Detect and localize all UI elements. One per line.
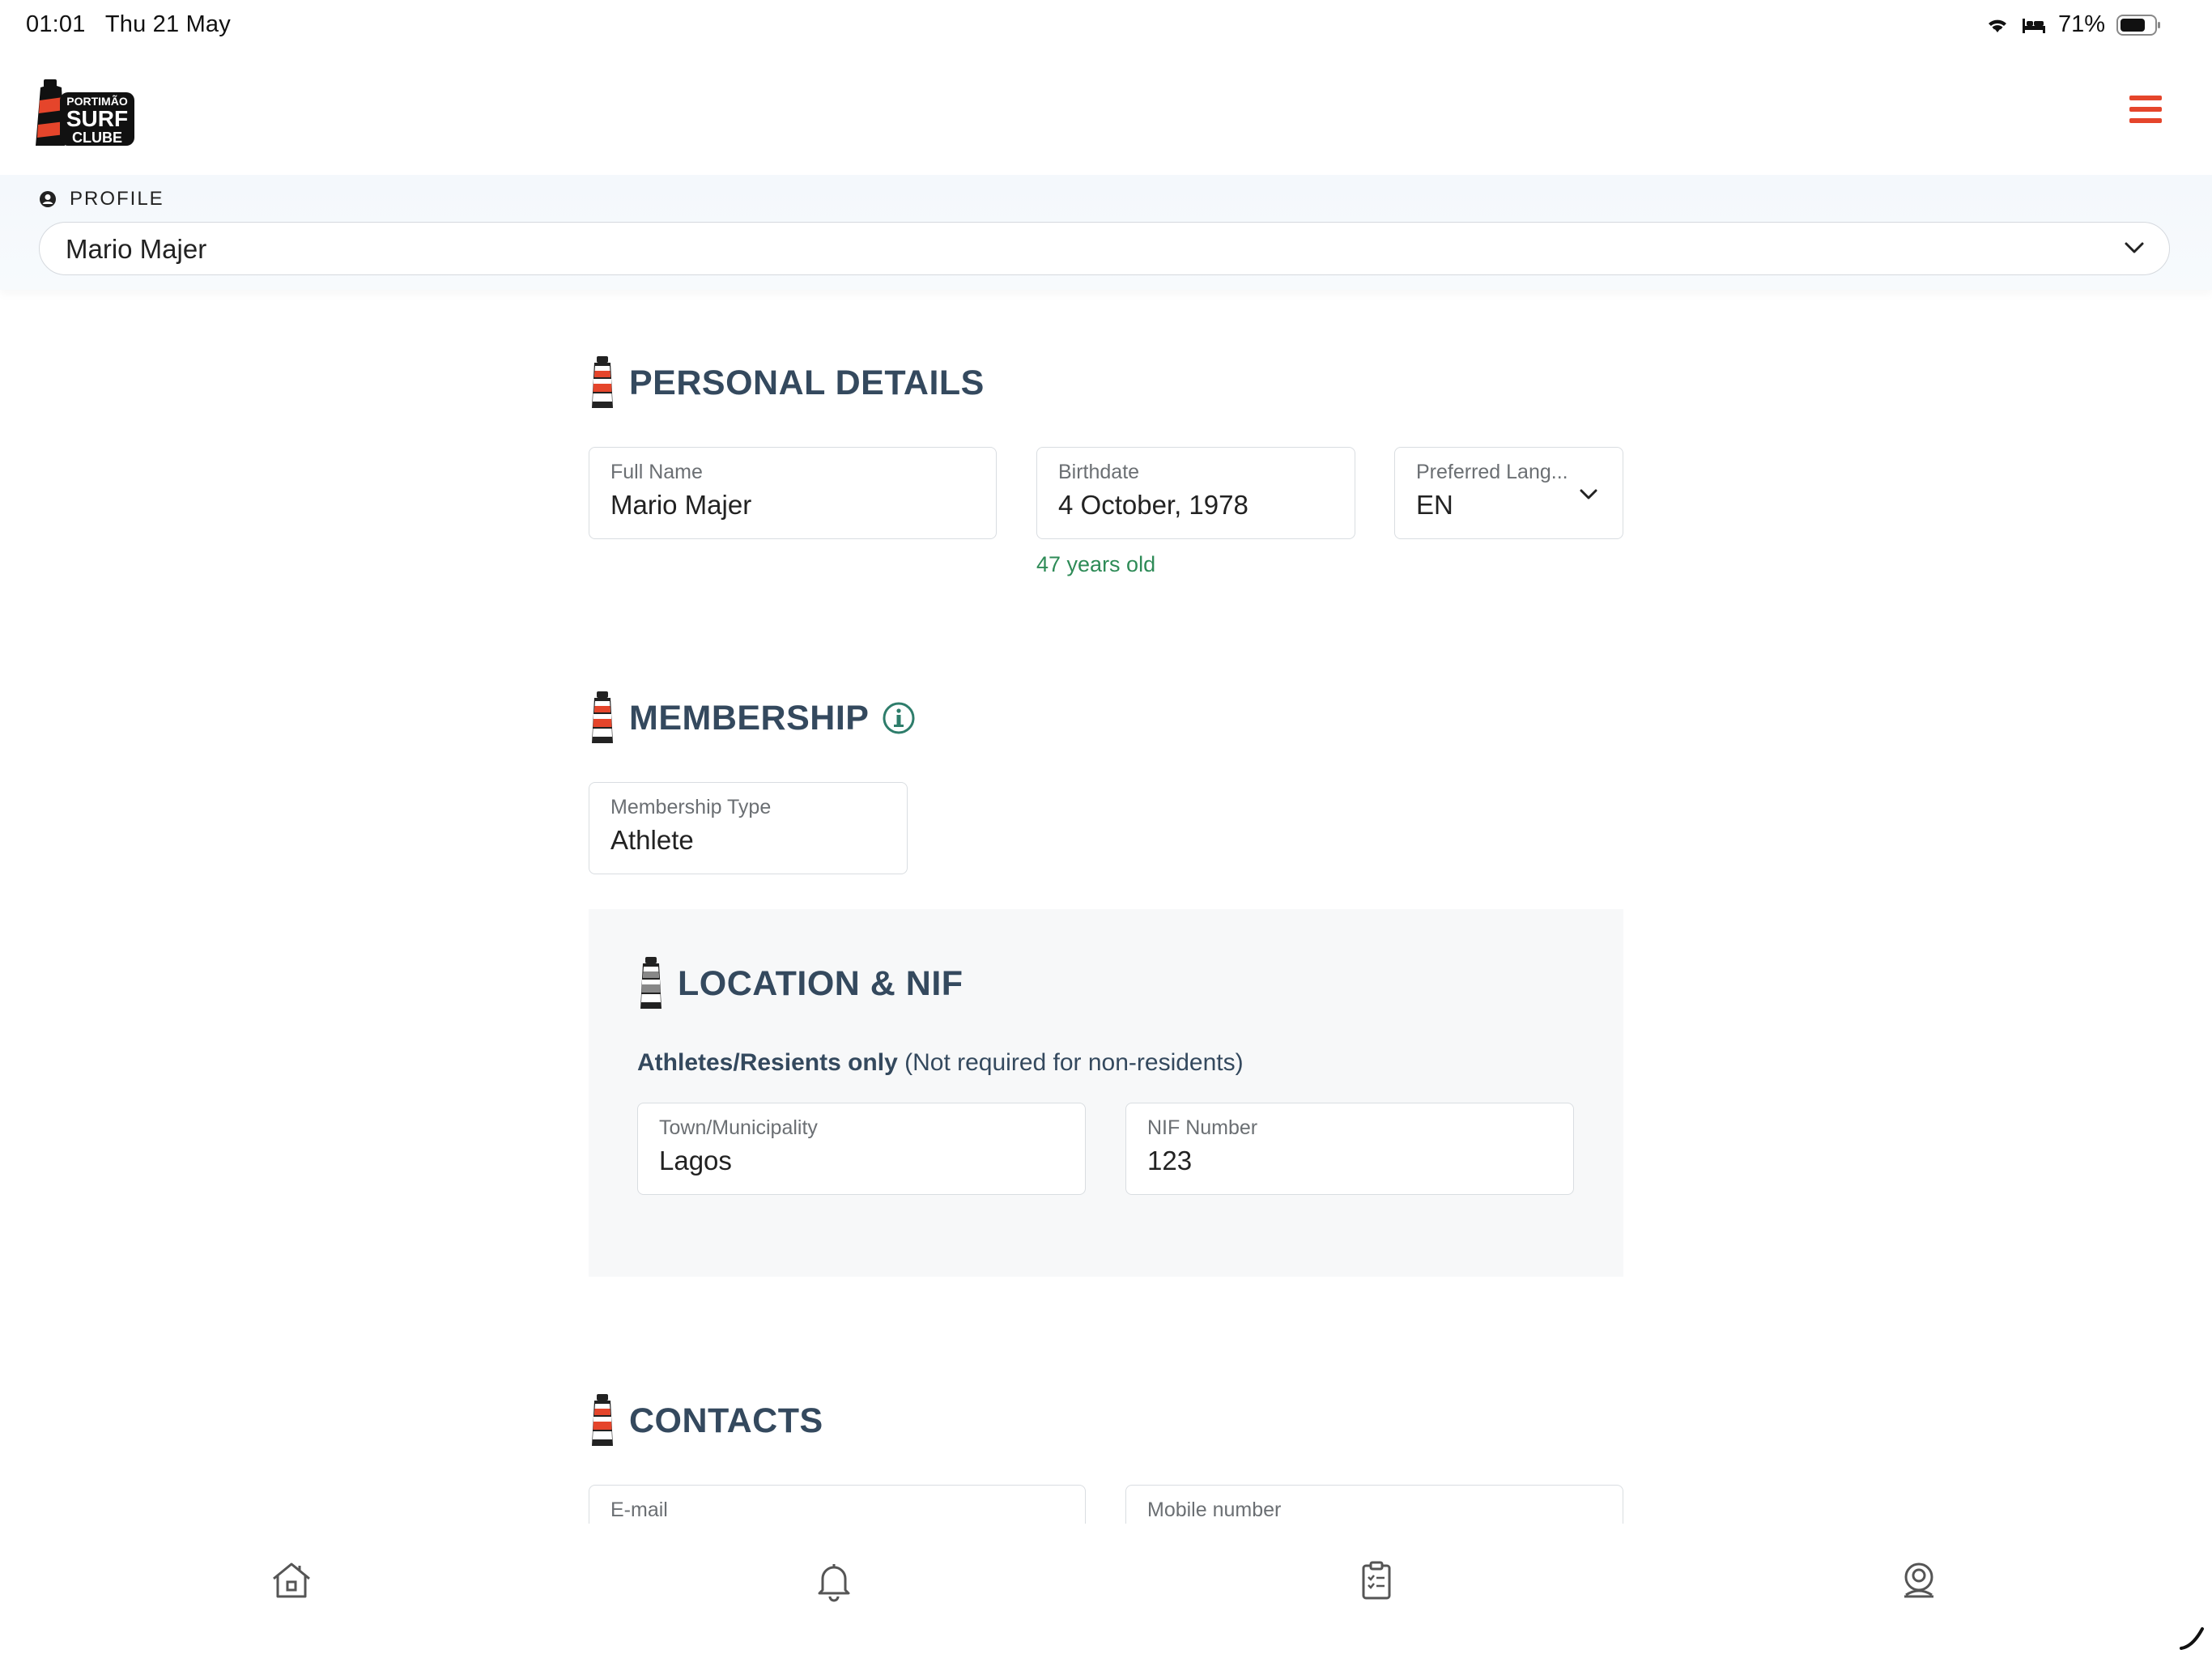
scroll-indicator [2180,1627,2204,1650]
battery-icon [2116,14,2160,36]
town-value: Lagos [659,1146,732,1175]
user-circle-icon [40,191,56,207]
profile-label: PROFILE [39,188,164,210]
lighthouse-icon [592,356,613,408]
status-date: Thu 21 May [104,11,231,37]
wifi-icon [1988,19,2006,32]
logo-text-bot: CLUBE [72,130,122,146]
logo-text-mid: SURF [66,106,128,131]
hamburger-icon[interactable] [2129,96,2162,126]
membership-type-field[interactable]: Membership Type Athlete [589,782,908,874]
home-icon[interactable] [269,1558,314,1603]
email-label: E-mail [610,1499,668,1521]
lighthouse-icon [592,1394,613,1446]
membership-title: MEMBERSHIP [629,698,870,738]
nif-label: NIF Number [1147,1116,1258,1139]
age-hint: 47 years old [1036,552,1156,576]
status-time: 01:01 [26,11,86,37]
town-label: Town/Municipality [659,1116,818,1139]
personal-details-heading: PERSONAL DETAILS [589,356,985,410]
location-nif-heading: LOCATION & NIF [637,957,963,1010]
profile-selected-value: Mario Majer [66,234,207,264]
profile-select[interactable]: Mario Majer [39,222,2170,275]
info-icon[interactable] [882,701,916,735]
lighthouse-icon [592,691,613,743]
clipboard-icon[interactable] [1354,1558,1399,1603]
town-municipality-field[interactable]: Town/Municipality Lagos [637,1103,1086,1195]
nif-number-field[interactable]: NIF Number 123 [1125,1103,1574,1195]
chevron-down-icon [2125,242,2144,253]
status-time-date: 01:01 Thu 21 May [26,11,231,38]
chevron-down-icon [1580,489,1597,500]
location-nif-title: LOCATION & NIF [678,963,963,1003]
support-icon[interactable] [1896,1558,1942,1603]
lighthouse-icon [640,957,661,1009]
bottom-tab-bar [0,1524,2212,1658]
birthdate-label: Birthdate [1058,461,1140,483]
status-indicators: 71% [1985,11,2162,38]
location-note: Athletes/Resients only (Not required for… [637,1049,1244,1077]
contacts-title: CONTACTS [629,1401,823,1440]
preferred-language-label: Preferred Lang... [1416,461,1568,483]
contacts-heading: CONTACTS [589,1394,823,1448]
full-name-label: Full Name [610,461,703,483]
bell-icon[interactable] [811,1558,857,1603]
membership-heading: MEMBERSHIP [589,691,916,745]
battery-percent: 71% [2057,11,2105,37]
location-note-rest: (Not required for non-residents) [904,1049,1244,1076]
profile-label-text: PROFILE [70,188,164,210]
birthdate-value: 4 October, 1978 [1058,490,1249,520]
full-name-value: Mario Majer [610,490,752,520]
membership-type-value: Athlete [610,825,694,855]
club-logo[interactable]: PORTIMÃO SURF CLUBE [29,78,138,149]
full-name-field[interactable]: Full Name Mario Majer [589,447,997,539]
personal-details-title: PERSONAL DETAILS [629,363,985,402]
birthdate-field[interactable]: Birthdate 4 October, 1978 [1036,447,1355,539]
preferred-language-select[interactable]: Preferred Lang... EN [1394,447,1623,539]
location-note-bold: Athletes/Resients only [637,1049,898,1076]
nif-value: 123 [1147,1146,1193,1175]
mobile-label: Mobile number [1147,1499,1282,1521]
membership-type-label: Membership Type [610,796,772,818]
bed-icon [2022,18,2045,33]
preferred-language-value: EN [1416,490,1453,520]
